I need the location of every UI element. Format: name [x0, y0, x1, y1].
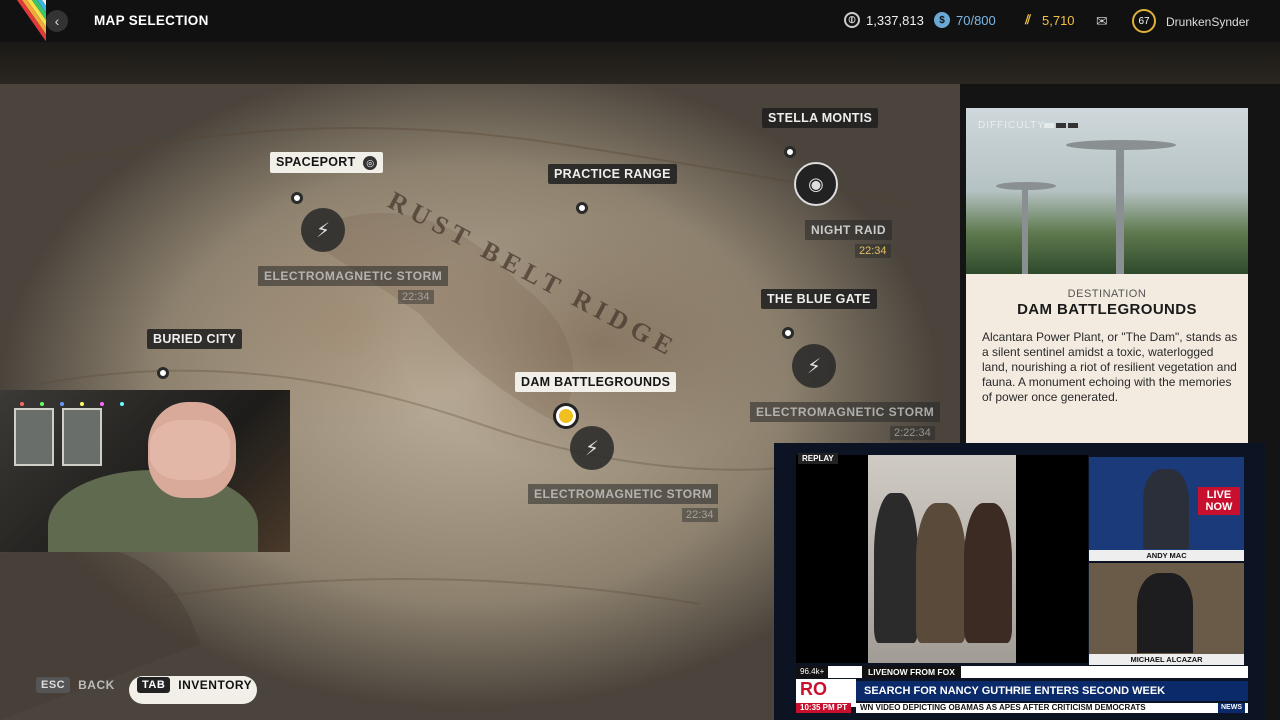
- news-tag: NEWS: [1218, 703, 1245, 713]
- poi-practice-range-label[interactable]: PRACTICE RANGE: [548, 164, 677, 184]
- poi-dam-selected-marker[interactable]: [556, 406, 576, 426]
- mail-icon[interactable]: ✉: [1096, 13, 1108, 30]
- difficulty-label: DIFFICULTY: [978, 120, 1046, 131]
- storm-condition-label: ELECTROMAGNETIC STORM: [258, 266, 449, 286]
- cred-icon: ⫽: [1025, 12, 1031, 27]
- map-frame: [0, 42, 1280, 84]
- person: [916, 503, 966, 643]
- window: [62, 408, 102, 466]
- window: [14, 408, 54, 466]
- tower-shaft: [1116, 148, 1124, 274]
- viewer-count: 96.4k+: [796, 666, 829, 678]
- tower-disc: [1066, 140, 1176, 150]
- lightning-icon: ⚡: [570, 426, 614, 470]
- currency-creds: ⫽ 5,710: [1020, 12, 1075, 28]
- destination-name: DAM BATTLEGROUNDS: [1017, 301, 1197, 318]
- anchor-name: ANDY MAC: [1089, 550, 1244, 561]
- destination-image: DIFFICULTY: [966, 108, 1248, 274]
- person: [874, 493, 918, 643]
- inventory-hint[interactable]: TAB INVENTORY: [137, 677, 252, 693]
- destination-kicker: DESTINATION: [1067, 288, 1147, 300]
- page-title: MAP SELECTION: [94, 13, 209, 28]
- streamer-hands: [150, 420, 230, 480]
- target-icon: ◎: [363, 156, 378, 170]
- poi-practice-range-marker[interactable]: [576, 202, 588, 214]
- currency-seeds: $ 70/800: [934, 12, 996, 28]
- storm-condition-label: ELECTROMAGNETIC STORM: [750, 402, 941, 422]
- news-overlay: REPLAY LIVE NOW ANDY MAC MICHAEL ALCAZAR…: [774, 443, 1266, 720]
- news-time: 10:35 PM PT: [796, 703, 852, 713]
- destination-description: Alcantara Power Plant, or "The Dam", sta…: [982, 330, 1238, 404]
- anchor-video-2: MICHAEL ALCAZAR: [1089, 563, 1244, 665]
- night-raid-icon: ◉: [794, 162, 838, 206]
- currency-raider-coins: ⦶ 1,337,813: [844, 12, 924, 28]
- poi-dam-battlegrounds-label[interactable]: DAM BATTLEGROUNDS: [515, 372, 677, 392]
- username[interactable]: DrunkenSynder: [1166, 15, 1249, 29]
- seed-icon: $: [934, 12, 950, 28]
- news-main-video: [796, 455, 1088, 663]
- timer: 22:34: [682, 508, 718, 522]
- poi-stella-montis-marker[interactable]: [784, 146, 796, 158]
- back-hint-label: BACK: [78, 678, 115, 692]
- difficulty-bar: [1056, 123, 1066, 128]
- back-hint[interactable]: ESC BACK: [36, 677, 115, 693]
- live-now-badge: LIVE NOW: [1198, 487, 1240, 515]
- currency-value: 70/800: [956, 12, 996, 28]
- difficulty-meter: [1044, 123, 1078, 128]
- tower-shaft: [1022, 188, 1028, 274]
- difficulty-bar: [1044, 123, 1054, 128]
- storm-condition-label: ELECTROMAGNETIC STORM: [528, 484, 719, 504]
- back-arrow-button[interactable]: ‹: [46, 10, 68, 32]
- raider-coin-icon: ⦶: [844, 12, 860, 28]
- replay-tag: REPLAY: [798, 453, 838, 464]
- anchor-figure: [1143, 469, 1189, 549]
- night-raid-label: NIGHT RAID: [805, 220, 892, 240]
- lightning-icon: ⚡: [301, 208, 345, 252]
- poi-buried-city-marker[interactable]: [157, 367, 169, 379]
- person: [964, 503, 1012, 643]
- anchor-figure: [1137, 573, 1193, 653]
- player-level-badge: 67: [1132, 9, 1156, 33]
- timer: 22:34: [398, 290, 434, 304]
- chevron-left-icon: ‹: [54, 13, 60, 29]
- difficulty-bar: [1068, 123, 1078, 128]
- poi-blue-gate-label[interactable]: THE BLUE GATE: [761, 289, 877, 309]
- news-headline: SEARCH FOR NANCY GUTHRIE ENTERS SECOND W…: [856, 681, 1248, 701]
- poi-stella-montis-label[interactable]: STELLA MONTIS: [762, 108, 879, 128]
- destination-panel: DIFFICULTY DESTINATION DAM BATTLEGROUNDS…: [966, 108, 1248, 448]
- timer: 2:22:34: [890, 426, 935, 440]
- poi-buried-city-label[interactable]: BURIED CITY: [147, 329, 243, 349]
- currency-value: 5,710: [1042, 12, 1075, 28]
- inventory-hint-label: INVENTORY: [178, 678, 253, 692]
- anchor-name: MICHAEL ALCAZAR: [1089, 654, 1244, 665]
- video-room: [868, 455, 1016, 663]
- poi-blue-gate-marker[interactable]: [782, 327, 794, 339]
- news-source: LIVENOW FROM FOX: [862, 666, 961, 678]
- lightning-icon: ⚡: [792, 344, 836, 388]
- poi-spaceport-label[interactable]: SPACEPORT ◎: [270, 152, 384, 173]
- currency-value: 1,337,813: [866, 12, 924, 28]
- tab-key: TAB: [137, 677, 171, 693]
- poi-label-text: SPACEPORT: [276, 155, 356, 169]
- top-bar: ‹ MAP SELECTION ⦶ 1,337,813 $ 70/800 ⫽ 5…: [0, 0, 1280, 42]
- brand-stripes: [0, 0, 46, 42]
- timer: 22:34: [855, 244, 891, 258]
- poi-spaceport-marker[interactable]: [291, 192, 303, 204]
- tower-disc: [996, 182, 1056, 190]
- news-crawl: WN VIDEO DEPICTING OBAMAS AS APES AFTER …: [856, 703, 1248, 713]
- anchor-video-1: LIVE NOW ANDY MAC: [1089, 457, 1244, 561]
- webcam-overlay: [0, 390, 290, 552]
- esc-key: ESC: [36, 677, 71, 693]
- news-ticker-top: 96.4k+ LIVENOW FROM FOX: [796, 666, 1248, 678]
- news-crawl-text: WN VIDEO DEPICTING OBAMAS AS APES AFTER …: [860, 703, 1146, 712]
